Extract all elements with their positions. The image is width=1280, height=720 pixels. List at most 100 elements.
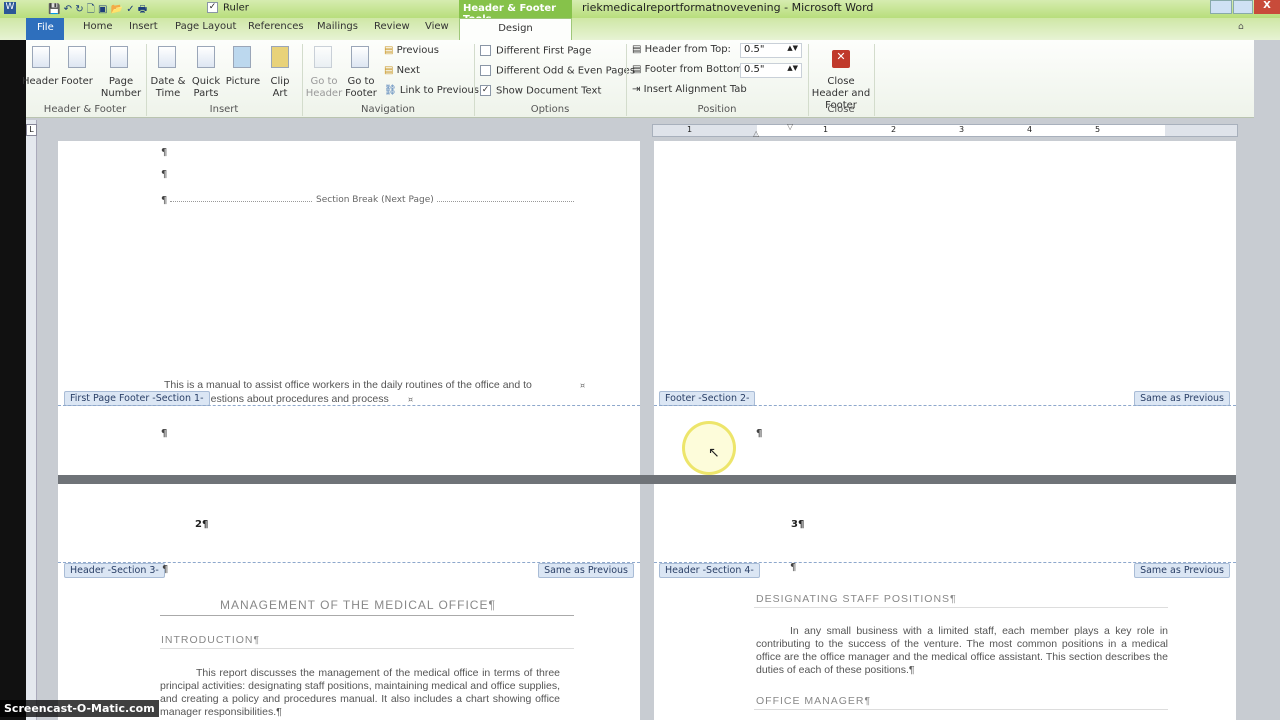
ruler-checkbox[interactable]: ✓ Ruler (207, 2, 249, 14)
picture-button[interactable]: Picture (224, 76, 262, 88)
title-bar: W 💾 ↶ ↻ 🗋 ▣ 📂 ✓ 🖶 ✓ Ruler Header & Footer… (0, 0, 1280, 25)
group-navigation-label: Navigation (361, 104, 415, 115)
tab-page-layout[interactable]: Page Layout (175, 21, 236, 32)
page-number: 2¶ (195, 519, 209, 530)
same-as-previous-tag: Same as Previous (1134, 391, 1230, 406)
indent-marker-icon[interactable]: △ (753, 129, 759, 138)
title-rule (160, 615, 574, 616)
tab-mailings[interactable]: Mailings (317, 21, 358, 32)
label: Header from Top: (644, 44, 731, 55)
group-options-label: Options (530, 104, 570, 115)
footer-section-2-tag: Footer -Section 2- (659, 391, 756, 406)
heading-rule (160, 648, 574, 649)
page-1: ¶ ¶ ¶ Section Break (Next Page) This is … (58, 141, 640, 475)
qat-icons[interactable]: 💾 ↶ ↻ 🗋 ▣ 📂 ✓ 🖶 (48, 2, 147, 19)
paragraph-mark: ¶ (161, 195, 168, 206)
spinner-icon[interactable]: ▲▼ (787, 64, 798, 72)
tab-references[interactable]: References (248, 21, 304, 32)
minimize-ribbon-icon[interactable]: ⌂ (1238, 22, 1244, 32)
tab-file[interactable]: File (26, 18, 64, 40)
go-to-header-icon (314, 46, 332, 68)
header-icon (32, 46, 50, 68)
header-from-top-label: ▤ Header from Top: (632, 44, 731, 56)
same-as-previous-tag: Same as Previous (538, 563, 634, 578)
next-button[interactable]: ▤ Next (384, 65, 420, 77)
vertical-ruler[interactable] (26, 120, 37, 720)
paragraph-mark: ¶ (161, 169, 168, 180)
group-header-footer-label: Header & Footer (43, 104, 127, 115)
link-icon: ⛓ (384, 85, 400, 96)
group-insert-label: Insert (209, 104, 239, 115)
first-page-footer-tag: First Page Footer -Section 1- (64, 391, 210, 406)
page-4: 3¶ Header -Section 4- ¶ Same as Previous… (654, 484, 1236, 720)
tab-design[interactable]: Design (459, 18, 572, 40)
clip-art-button[interactable]: Clip Art (266, 76, 294, 100)
checkmark-icon: ✓ (480, 85, 491, 96)
footer-boundary (58, 405, 640, 406)
previous-button[interactable]: ▤ Previous (384, 45, 439, 57)
ruler-tick: 1 (823, 125, 829, 134)
header-position-icon: ▤ (632, 44, 645, 55)
checkbox-icon (480, 45, 491, 56)
first-line-indent-icon[interactable]: ▽ (787, 122, 793, 131)
header-boundary (654, 562, 1236, 563)
clip-art-icon (271, 46, 289, 68)
tab-home[interactable]: Home (83, 21, 113, 32)
tab-view[interactable]: View (425, 21, 449, 32)
header-from-top-input[interactable]: 0.5" ▲▼ (740, 43, 802, 58)
paragraph-mark: ¶ (162, 564, 169, 575)
watermark: Screencast-O-Matic.com (0, 700, 159, 717)
link-to-previous-button[interactable]: ⛓ Link to Previous (384, 85, 479, 97)
page-2: Footer -Section 2- Same as Previous ¶ ↖ (654, 141, 1236, 475)
previous-icon: ▤ (384, 45, 397, 56)
tab-review[interactable]: Review (374, 21, 410, 32)
label: Show Document Text (496, 85, 602, 97)
footer-button[interactable]: Footer (59, 76, 95, 88)
heading-designating-staff: DESIGNATING STAFF POSITIONS¶ (756, 593, 957, 605)
page-number-button[interactable]: Page Number (98, 76, 144, 100)
heading-office-manager: OFFICE MANAGER¶ (756, 695, 872, 707)
different-first-page-checkbox[interactable]: Different First Page (480, 45, 591, 58)
go-to-footer-button[interactable]: Go to Footer (342, 76, 380, 100)
heading-rule (754, 709, 1168, 710)
label: Different Odd & Even Pages (496, 65, 636, 77)
tab-insert[interactable]: Insert (129, 21, 158, 32)
document-title: MANAGEMENT OF THE MEDICAL OFFICE¶ (220, 598, 496, 612)
picture-icon (233, 46, 251, 68)
show-document-text-checkbox[interactable]: ✓ Show Document Text (480, 85, 601, 98)
go-to-footer-icon (351, 46, 369, 68)
paragraph-mark: ¶ (756, 428, 763, 439)
intro-paragraph: This report discusses the management of … (160, 667, 561, 718)
window-title: riekmedicalreportformatnovevening - Micr… (582, 1, 874, 14)
spinner-icon[interactable]: ▲▼ (787, 44, 798, 52)
context-tab-label: Header & Footer Tools (459, 0, 572, 25)
tab-selector-icon[interactable]: L (26, 124, 37, 136)
footer-from-bottom-input[interactable]: 0.5" ▲▼ (740, 63, 802, 78)
quick-parts-button[interactable]: Quick Parts (188, 76, 224, 100)
date-time-icon (158, 46, 176, 68)
header-button[interactable]: Header (22, 76, 58, 88)
mouse-cursor-icon: ↖ (708, 445, 720, 461)
paragraph-mark: ¶ (790, 562, 797, 573)
divider (874, 44, 875, 116)
footer-position-icon: ▤ (632, 64, 645, 75)
footer-icon (68, 46, 86, 68)
date-time-button[interactable]: Date & Time (148, 76, 188, 100)
same-as-previous-tag: Same as Previous (1134, 563, 1230, 578)
go-to-header-button[interactable]: Go to Header (305, 76, 343, 100)
staff-paragraph: In any small business with a limited sta… (756, 625, 1168, 676)
restore-button[interactable] (1233, 0, 1253, 14)
ruler-tick: 4 (1027, 125, 1033, 134)
horizontal-ruler[interactable]: 1 1 2 3 4 5 △ ▽ (652, 122, 1238, 138)
close-window-button[interactable]: X (1254, 0, 1280, 14)
word-icon[interactable]: W (4, 2, 16, 14)
next-label: Next (396, 65, 420, 76)
ruler-label: Ruler (223, 2, 249, 14)
different-odd-even-checkbox[interactable]: Different Odd & Even Pages (480, 65, 635, 78)
minimize-button[interactable] (1210, 0, 1232, 14)
ribbon: Header Footer Page Number Header & Foote… (22, 40, 1254, 118)
ribbon-tabs: File Home Insert Page Layout References … (0, 18, 1280, 40)
insert-alignment-tab-button[interactable]: ⇥ Insert Alignment Tab (632, 84, 747, 96)
label: Different First Page (496, 45, 592, 57)
heading-introduction: INTRODUCTION¶ (161, 634, 261, 646)
